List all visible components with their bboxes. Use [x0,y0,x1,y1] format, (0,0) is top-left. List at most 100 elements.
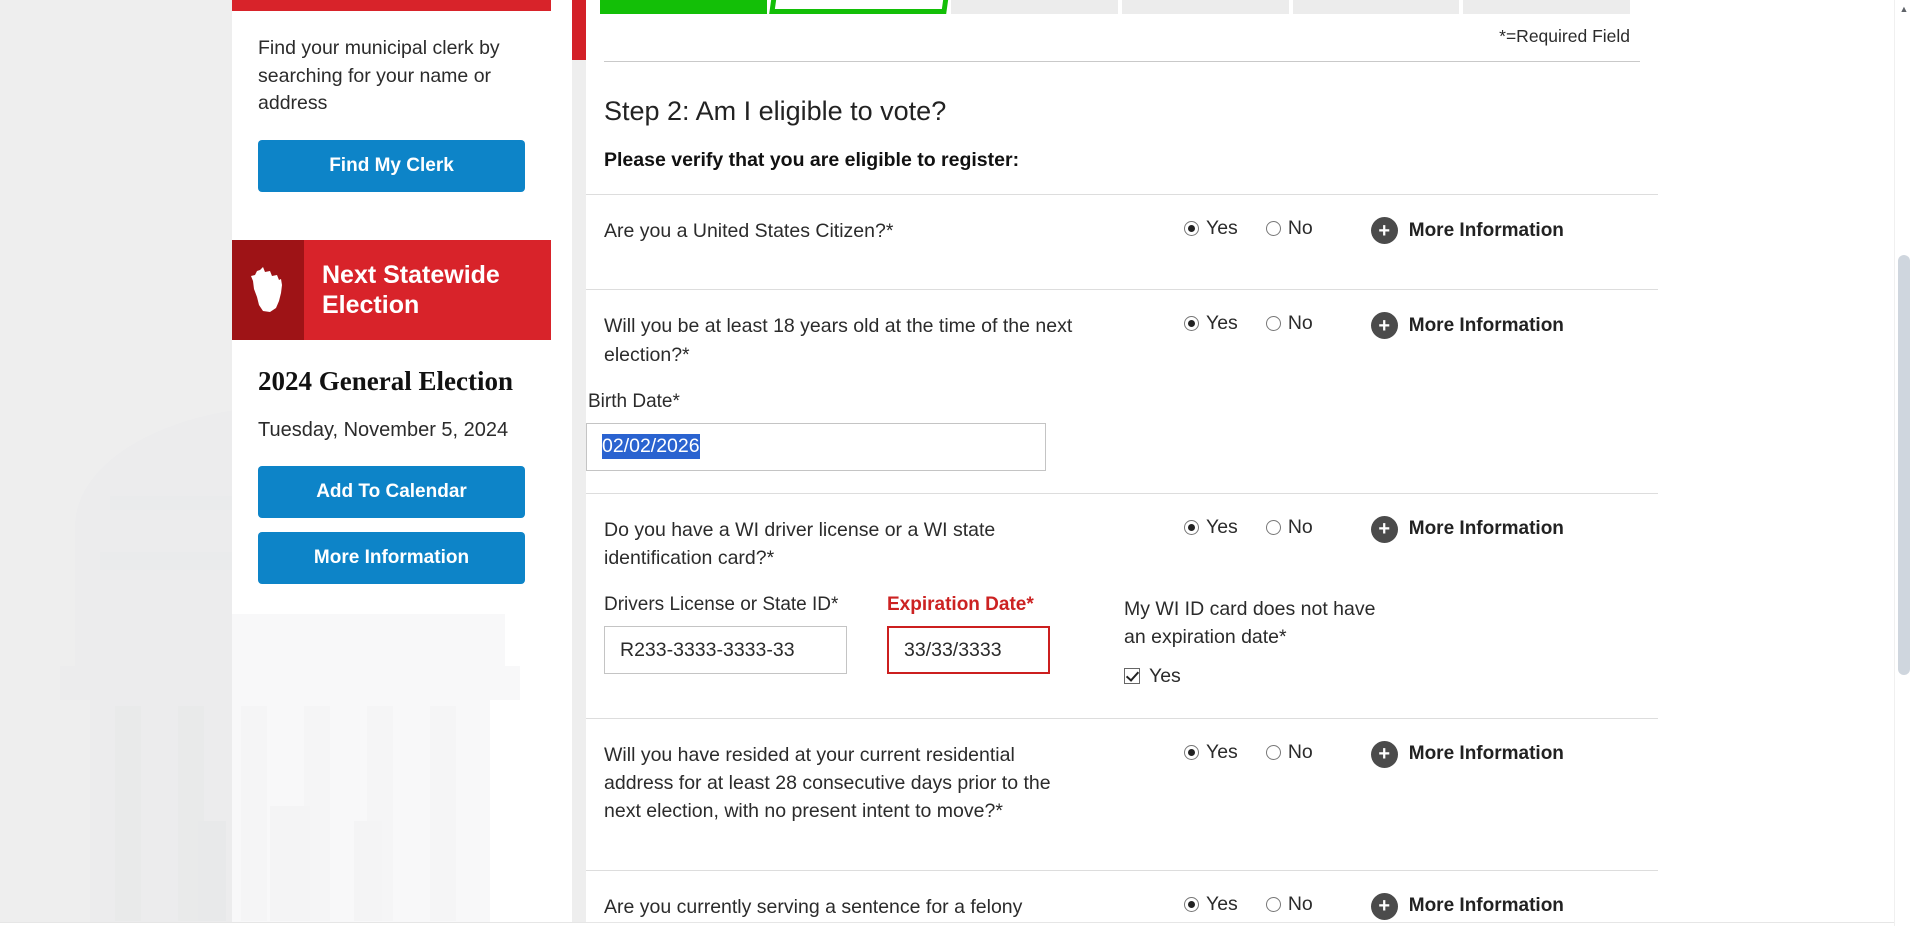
required-field-note: *=Required Field [1499,26,1630,46]
drivers-license-value: R233-3333-3333-33 [620,638,795,661]
radio-glyph [1265,519,1281,535]
question-label: Are you a United States Citizen?* [604,220,894,242]
radio-label: Yes [1206,515,1238,538]
drivers-license-input[interactable]: R233-3333-3333-33 [604,626,847,675]
felony-more-information-button[interactable]: + More Information [1370,892,1564,920]
radio-glyph [1265,221,1281,236]
plus-icon: + [1370,892,1398,920]
question-row-citizenship: Are you a United States Citizen?* Yes No… [586,194,1658,267]
radio-label: No [1287,892,1313,915]
birth-date-field-group: Birth Date* 02/02/2026 [586,391,1658,471]
no-expiration-date-label: My WI ID card does not have an expiratio… [1124,598,1376,648]
birth-date-input[interactable]: 02/02/2026 [586,422,1046,471]
plus-icon: + [1370,515,1398,543]
need-assistance-heading: Need Assistance? [232,0,551,11]
birth-date-value: 02/02/2026 [602,434,700,460]
add-to-calendar-button[interactable]: Add To Calendar [258,466,525,519]
need-assistance-card: Need Assistance? Find your municipal cle… [232,0,551,219]
expiration-date-label: Expiration Date* [887,594,1034,616]
page-bottom-edge [0,922,1912,926]
progress-step-4[interactable] [1122,0,1289,14]
residency-yes-radio[interactable]: Yes [1184,741,1238,764]
radio-label: Yes [1206,312,1238,335]
registration-form: *=Required Field Step 2: Am I eligible t… [586,0,1658,926]
question-row-wi-id: Do you have a WI driver license or a WI … [586,492,1658,595]
progress-step-6[interactable] [1463,0,1631,14]
left-gutter [0,0,232,926]
age-more-information-button[interactable]: + More Information [1370,312,1564,340]
more-information-label: More Information [1408,314,1564,336]
scrollbar-thumb[interactable] [1898,255,1910,675]
question-row-age: Will you be at least 18 years old at the… [586,289,1658,391]
next-statewide-election-heading: Next Statewide Election [322,261,500,320]
page-title: Step 2: Am I eligible to vote? [604,96,947,126]
citizenship-no-radio[interactable]: No [1265,217,1313,240]
progress-step-5[interactable] [1292,0,1460,14]
plus-icon: + [1370,740,1398,768]
radio-label: Yes [1206,217,1238,239]
radio-glyph [1184,316,1199,332]
wi-id-yes-radio[interactable]: Yes [1184,516,1238,539]
find-my-clerk-button[interactable]: Find My Clerk [258,140,525,193]
progress-step-1[interactable] [600,0,767,14]
election-name: 2024 General Election [258,366,513,397]
felony-no-radio[interactable]: No [1265,892,1313,916]
wi-id-field-group: Drivers License or State ID* R233-3333-3… [586,594,1658,696]
plus-icon: + [1370,312,1398,340]
citizenship-more-information-button[interactable]: + More Information [1370,217,1564,244]
wisconsin-state-outline-icon [232,240,304,341]
need-assistance-body: Find your municipal clerk by searching f… [258,37,500,115]
felony-yes-radio[interactable]: Yes [1184,893,1238,916]
radio-label: No [1287,740,1313,763]
wi-id-more-information-button[interactable]: + More Information [1370,515,1564,543]
wi-id-no-radio[interactable]: No [1265,515,1313,539]
more-information-label: More Information [1408,895,1564,917]
registration-page: Need Assistance? Find your municipal cle… [0,0,1912,926]
radio-glyph [1184,896,1199,912]
plus-icon: + [1370,217,1398,244]
next-statewide-election-card: Next Statewide Election 2024 General Ele… [232,240,551,615]
birth-date-label: Birth Date* [588,390,680,412]
question-label: Are you currently serving a sentence for… [604,895,1073,926]
scroll-up-arrow-icon[interactable]: ▲ [1895,0,1912,18]
question-row-felony: Are you currently serving a sentence for… [586,869,1658,926]
checkbox-glyph [1124,668,1140,685]
question-label: Will you have resided at your current re… [604,743,1051,823]
radio-glyph [1265,896,1281,912]
verify-instruction: Please verify that you are eligible to r… [604,149,1020,171]
drivers-license-label: Drivers License or State ID* [604,594,839,616]
progress-step-2[interactable] [768,0,950,14]
sidebar: Need Assistance? Find your municipal cle… [232,0,551,615]
election-date: Tuesday, November 5, 2024 [258,419,509,442]
checkbox-label: Yes [1149,664,1181,687]
radio-label: No [1287,312,1313,335]
residency-no-radio[interactable]: No [1265,740,1313,764]
radio-glyph [1265,744,1281,760]
red-accent-strip [572,0,586,60]
radio-glyph [1184,744,1199,760]
question-row-residency: Will you have resided at your current re… [586,717,1658,848]
radio-label: No [1287,515,1313,538]
expiration-date-input[interactable]: 33/33/3333 [887,626,1050,675]
radio-glyph [1184,221,1199,236]
age-no-radio[interactable]: No [1265,312,1313,335]
radio-label: No [1287,217,1313,239]
radio-label: Yes [1206,892,1238,915]
progress-step-3[interactable] [951,0,1119,14]
radio-label: Yes [1206,740,1238,763]
progress-bar [586,0,1658,14]
citizenship-yes-radio[interactable]: Yes [1184,217,1238,240]
residency-more-information-button[interactable]: + More Information [1370,740,1564,768]
radio-glyph [1184,519,1199,535]
age-yes-radio[interactable]: Yes [1184,312,1238,335]
no-expiration-date-checkbox[interactable]: Yes [1124,665,1394,688]
election-more-information-button[interactable]: More Information [258,532,525,585]
browser-scrollbar[interactable]: ▲ [1894,0,1912,926]
expiration-date-value: 33/33/3333 [904,638,1002,661]
question-label: Will you be at least 18 years old at the… [604,315,1073,366]
radio-glyph [1265,316,1281,332]
more-information-label: More Information [1408,518,1564,540]
question-label: Do you have a WI driver license or a WI … [604,518,996,570]
more-information-label: More Information [1408,743,1564,765]
more-information-label: More Information [1408,219,1564,241]
